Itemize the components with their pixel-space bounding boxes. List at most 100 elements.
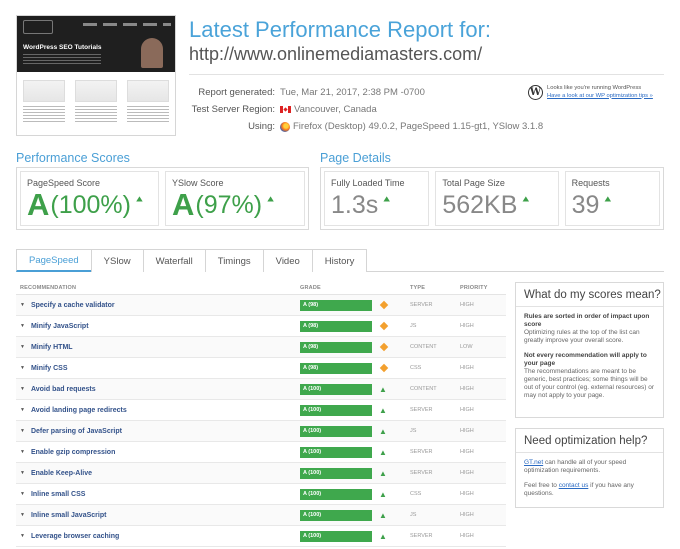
grade-bar: A (100) <box>300 488 372 500</box>
recommendations-rows: ▼ Specify a cache validator A (98) SERVER HI… <box>16 295 506 547</box>
expand-caret-icon[interactable]: ▼ <box>20 533 25 539</box>
expand-caret-icon[interactable]: ▼ <box>20 470 25 476</box>
tab-pagespeed[interactable]: PageSpeed <box>16 249 92 272</box>
thumbnail-nav <box>83 23 171 26</box>
recommendation-label: Specify a cache validator <box>30 301 115 309</box>
contact-us-link[interactable]: contact us <box>559 482 589 489</box>
tab-yslow[interactable]: YSlow <box>90 249 144 272</box>
priority-cell: LOW <box>460 344 473 350</box>
grade-bar: A (100) <box>300 404 372 416</box>
recommendation-name[interactable]: ▼ Leverage browser caching <box>16 533 300 540</box>
expand-caret-icon[interactable]: ▼ <box>20 512 25 518</box>
recommendation-label: Avoid landing page redirects <box>30 406 127 414</box>
up-arrow-icon: ▲ <box>381 194 393 204</box>
expand-caret-icon[interactable]: ▼ <box>20 365 25 371</box>
recommendation-name[interactable]: ▼ Defer parsing of JavaScript <box>16 428 300 435</box>
thumbnail-logo <box>23 20 53 34</box>
recommendation-label: Minify HTML <box>30 343 73 351</box>
column-type: TYPE <box>410 285 426 291</box>
table-row[interactable]: ▼ Avoid bad requests A (100) ▲ CONTENT HIGH <box>16 379 506 400</box>
column-priority: PRIORITY <box>460 285 488 291</box>
requests-value: 39 <box>571 191 600 219</box>
scores-help-box: What do my scores mean? Rules are sorted… <box>515 282 664 418</box>
total-page-size-label: Total Page Size <box>442 178 505 188</box>
scores-help-text-1: Optimizing rules at the top of the list … <box>524 329 640 344</box>
page-details-panel: Fully Loaded Time 1.3s ▲ Total Page Size… <box>320 167 664 230</box>
column-grade: GRADE <box>300 285 321 291</box>
grade-cell: A (98) <box>300 299 410 311</box>
type-cell: CONTENT <box>410 386 437 392</box>
report-title: Latest Performance Report for: <box>189 17 492 42</box>
grade-bar: A (98) <box>300 341 372 353</box>
table-row[interactable]: ▼ Inline small CSS A (100) ▲ CSS HIGH <box>16 484 506 505</box>
table-row[interactable]: ▼ Defer parsing of JavaScript A (100) ▲ JS HI… <box>16 421 506 442</box>
expand-caret-icon[interactable]: ▼ <box>20 323 25 329</box>
expand-caret-icon[interactable]: ▼ <box>20 407 25 413</box>
expand-caret-icon[interactable]: ▼ <box>20 302 25 308</box>
recommendation-label: Minify JavaScript <box>30 322 89 330</box>
table-row[interactable]: ▼ Avoid landing page redirects A (100) ▲ SER… <box>16 400 506 421</box>
table-row[interactable]: ▼ Specify a cache validator A (98) SERVER HI… <box>16 295 506 316</box>
using-label: Using: <box>248 121 275 132</box>
recommendation-name[interactable]: ▼ Minify JavaScript <box>16 323 300 330</box>
expand-caret-icon[interactable]: ▼ <box>20 449 25 455</box>
warning-diamond-icon <box>379 363 389 373</box>
grade-cell: A (100) ▲ <box>300 425 410 437</box>
thumbnail-column <box>127 80 169 124</box>
recommendation-name[interactable]: ▼ Inline small CSS <box>16 491 300 498</box>
tab-waterfall[interactable]: Waterfall <box>142 249 206 272</box>
recommendation-label: Inline small JavaScript <box>30 511 107 519</box>
expand-caret-icon[interactable]: ▼ <box>20 386 25 392</box>
recommendation-name[interactable]: ▼ Minify CSS <box>16 365 300 372</box>
recommendation-name[interactable]: ▼ Avoid bad requests <box>16 386 300 393</box>
recommendation-label: Leverage browser caching <box>30 532 120 540</box>
report-generated: Report generated: Tue, Mar 21, 2017, 2:3… <box>189 87 424 98</box>
recommendation-label: Avoid bad requests <box>30 385 96 393</box>
warning-diamond-icon <box>379 300 389 310</box>
thumbnail-header: WordPress SEO Tutorials <box>17 16 175 72</box>
table-row[interactable]: ▼ Minify JavaScript A (98) JS HIGH <box>16 316 506 337</box>
up-arrow-icon: ▲ <box>379 405 387 415</box>
recommendation-name[interactable]: ▼ Minify HTML <box>16 344 300 351</box>
table-row[interactable]: ▼ Minify HTML A (98) CONTENT LOW <box>16 337 506 358</box>
recommendation-name[interactable]: ▼ Inline small JavaScript <box>16 512 300 519</box>
table-row[interactable]: ▼ Enable Keep-Alive A (100) ▲ SERVER HIGH <box>16 463 506 484</box>
priority-cell: HIGH <box>460 428 474 434</box>
tab-video[interactable]: Video <box>262 249 313 272</box>
tab-timings[interactable]: Timings <box>204 249 264 272</box>
wordpress-tips-link[interactable]: Have a look at our WP optimization tips … <box>547 93 653 99</box>
priority-cell: HIGH <box>460 491 474 497</box>
server-region-value: Vancouver, Canada <box>294 104 377 115</box>
report-url[interactable]: http://www.onlinemediamasters.com/ <box>189 44 482 65</box>
using-value: Firefox (Desktop) 49.0.2, PageSpeed 1.15… <box>293 121 544 132</box>
site-thumbnail: WordPress SEO Tutorials <box>16 15 176 136</box>
recommendation-name[interactable]: ▼ Avoid landing page redirects <box>16 407 300 414</box>
recommendation-label: Minify CSS <box>30 364 68 372</box>
gtnet-link[interactable]: GT.net <box>524 459 543 466</box>
up-arrow-icon: ▲ <box>520 194 532 204</box>
pagespeed-grade: A <box>27 187 50 222</box>
header-divider <box>189 74 664 75</box>
priority-cell: HIGH <box>460 470 474 476</box>
grade-bar: A (100) <box>300 383 372 395</box>
grade-cell: A (100) ▲ <box>300 467 410 479</box>
thumbnail-columns <box>23 80 169 124</box>
wordpress-notice: W Looks like you're running WordPress Ha… <box>528 85 664 107</box>
page-details-title: Page Details <box>320 151 391 165</box>
tab-history[interactable]: History <box>311 249 368 272</box>
warning-diamond-icon <box>379 342 389 352</box>
expand-caret-icon[interactable]: ▼ <box>20 344 25 350</box>
recommendation-name[interactable]: ▼ Enable gzip compression <box>16 449 300 456</box>
recommendation-name[interactable]: ▼ Enable Keep-Alive <box>16 470 300 477</box>
type-cell: CSS <box>410 365 422 371</box>
expand-caret-icon[interactable]: ▼ <box>20 491 25 497</box>
grade-bar: A (100) <box>300 509 372 521</box>
recommendation-name[interactable]: ▼ Specify a cache validator <box>16 302 300 309</box>
fully-loaded-time-label: Fully Loaded Time <box>331 178 405 188</box>
table-row[interactable]: ▼ Inline small JavaScript A (100) ▲ JS HIGH <box>16 505 506 526</box>
grade-bar: A (98) <box>300 362 372 374</box>
table-row[interactable]: ▼ Enable gzip compression A (100) ▲ SERVER HI… <box>16 442 506 463</box>
table-row[interactable]: ▼ Leverage browser caching A (100) ▲ SERVER H… <box>16 526 506 547</box>
table-row[interactable]: ▼ Minify CSS A (98) CSS HIGH <box>16 358 506 379</box>
expand-caret-icon[interactable]: ▼ <box>20 428 25 434</box>
